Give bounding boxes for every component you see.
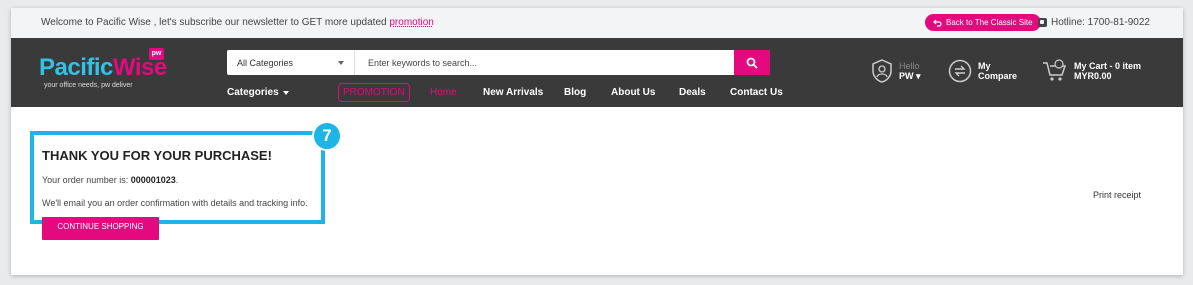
step-badge: 7 — [312, 121, 342, 151]
confirmation-message: We'll email you an order confirmation wi… — [42, 198, 308, 208]
logo-tagline: your office needs, pw deliver — [44, 82, 133, 89]
promotion-link[interactable]: promotion — [389, 17, 433, 28]
search-icon — [746, 57, 758, 69]
nav-blog[interactable]: Blog — [564, 87, 586, 98]
hotline: Hotline: 1700-81-9022 — [1038, 17, 1150, 28]
nav-promotion[interactable]: PROMOTION — [338, 83, 410, 102]
search-bar: All Categories — [227, 50, 770, 75]
account-menu[interactable]: Hello PW ▾ — [871, 59, 921, 83]
top-bar: Welcome to Pacific Wise , let's subscrib… — [11, 8, 1183, 38]
compare-icon — [948, 59, 972, 83]
print-receipt-link[interactable]: Print receipt — [1093, 190, 1141, 200]
compare-link[interactable]: My Compare — [948, 59, 1017, 83]
search-input[interactable] — [355, 50, 734, 75]
page-title: THANK YOU FOR YOUR PURCHASE! — [42, 148, 272, 163]
back-to-classic-site-button[interactable]: Back to The Classic Site — [925, 14, 1041, 31]
back-arrow-icon — [933, 19, 942, 27]
chevron-down-icon: ▾ — [916, 70, 921, 81]
nav-contact-us[interactable]: Contact Us — [730, 87, 783, 98]
order-number: 000001023 — [130, 175, 176, 185]
page-frame: Welcome to Pacific Wise , let's subscrib… — [11, 8, 1183, 275]
cart-link[interactable]: My Cart - 0 item MYR0.00 — [1042, 59, 1141, 83]
pacific-wise-logo[interactable]: PacificWise pw your office needs, pw del… — [39, 48, 189, 98]
nav-about-us[interactable]: About Us — [611, 87, 655, 98]
welcome-message: Welcome to Pacific Wise , let's subscrib… — [41, 17, 434, 28]
chevron-down-icon — [282, 90, 289, 95]
search-button[interactable] — [734, 50, 770, 75]
continue-shopping-button[interactable]: CONTINUE SHOPPING — [42, 217, 159, 240]
main-header: PacificWise pw your office needs, pw del… — [11, 38, 1183, 107]
nav-deals[interactable]: Deals — [679, 87, 706, 98]
order-number-line: Your order number is: 000001023. — [42, 175, 179, 185]
nav-home[interactable]: Home — [430, 87, 457, 98]
category-select[interactable]: All Categories — [227, 50, 355, 75]
phone-icon — [1038, 18, 1047, 27]
nav-categories[interactable]: Categories — [227, 87, 289, 98]
cart-icon — [1043, 59, 1067, 81]
logo-badge: pw — [149, 48, 164, 60]
nav-new-arrivals[interactable]: New Arrivals — [483, 87, 543, 98]
chevron-down-icon — [338, 60, 344, 65]
user-shield-icon — [872, 59, 892, 83]
